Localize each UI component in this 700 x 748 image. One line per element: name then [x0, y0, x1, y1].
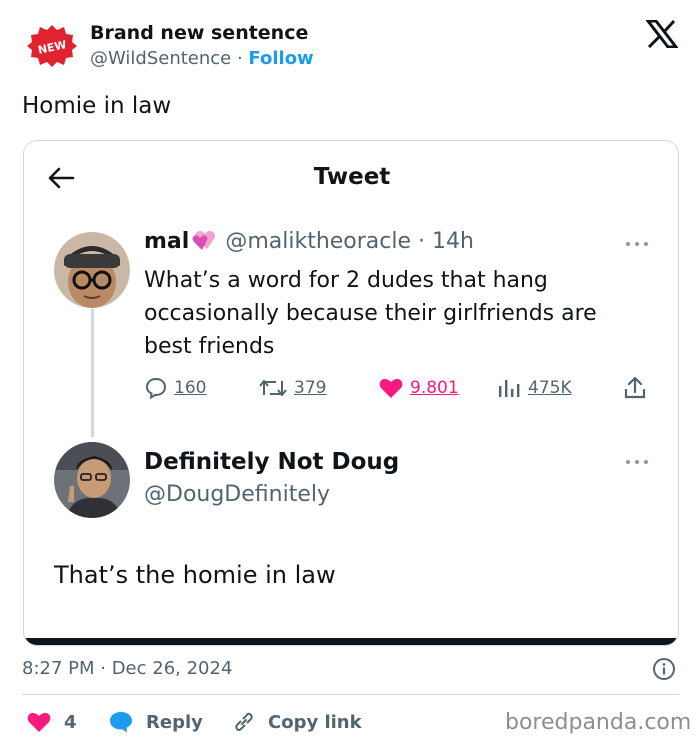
embed-reply-button[interactable]: Reply: [108, 708, 203, 736]
tweet2-handle: @DougDefinitely: [144, 482, 330, 507]
retweet-action[interactable]: 379: [258, 373, 326, 403]
views-count: 475K: [528, 378, 572, 398]
handle-separator: ·: [231, 48, 249, 69]
tweet1-text: What’s a word for 2 dudes that hang occa…: [144, 268, 597, 359]
tweet1-handle-time: @maliktheoracle · 14h: [225, 229, 474, 254]
new-badge-avatar[interactable]: NEW: [26, 24, 78, 68]
follow-link[interactable]: Follow: [248, 48, 313, 69]
share-action[interactable]: [622, 373, 654, 403]
copy-link-button[interactable]: Copy link: [232, 708, 362, 736]
embed-timestamp[interactable]: 8:27 PM · Dec 26, 2024: [22, 658, 232, 679]
tweet1-action-bar: 160 379 9.801 475K: [144, 373, 654, 403]
reply-action[interactable]: 160: [144, 373, 206, 403]
embed-like-count: 4: [64, 711, 77, 733]
share-upload-icon: [624, 376, 646, 399]
double-heart-icon: [192, 230, 216, 250]
views-bars-icon: [499, 380, 520, 397]
embed-header: NEW Brand new sentence @WildSentence · F…: [0, 0, 700, 90]
reply-label: Reply: [146, 711, 203, 733]
author-handle-line: @WildSentence · Follow: [90, 48, 314, 69]
reply-count: 160: [174, 378, 207, 398]
tweet2-name: Definitely Not Doug: [144, 449, 400, 475]
retweet-icon: [259, 380, 287, 396]
x-logo-icon[interactable]: [646, 20, 678, 48]
mal-avatar: [54, 232, 130, 308]
screenshot-bottom-edge: [24, 638, 678, 645]
tweet-screenshot-card[interactable]: Tweet mal @maliktheoracle · 14h What’s a…: [23, 140, 679, 646]
reply-bubble-icon: [145, 377, 167, 400]
doug-avatar: [54, 442, 130, 518]
like-action[interactable]: 9.801: [378, 373, 459, 403]
boredpanda-watermark: boredpanda.com: [505, 710, 692, 735]
copy-link-label: Copy link: [268, 711, 362, 733]
reply-bubble-icon: [110, 712, 132, 733]
author-handle[interactable]: @WildSentence: [90, 48, 231, 69]
tweet1-header: mal @maliktheoracle · 14h: [144, 229, 474, 254]
thread-connector-line: [91, 309, 94, 437]
tweet2-text: That’s the homie in law: [54, 561, 336, 589]
embed-like-button[interactable]: 4: [26, 708, 77, 736]
more-options-icon[interactable]: [624, 458, 650, 466]
heart-filled-icon: [27, 712, 51, 732]
screenshot-page-title: Tweet: [313, 164, 391, 190]
link-chain-icon: [235, 712, 253, 732]
tweet1-name: mal: [144, 229, 190, 254]
footer-divider: [22, 694, 679, 695]
retweet-count: 379: [294, 378, 327, 398]
author-name[interactable]: Brand new sentence: [90, 22, 308, 44]
heart-filled-icon: [379, 378, 403, 398]
info-icon[interactable]: [652, 657, 676, 681]
like-count: 9.801: [410, 378, 459, 398]
more-options-icon[interactable]: [624, 240, 650, 248]
views-action[interactable]: 475K: [496, 373, 572, 403]
embed-tweet-text: Homie in law: [22, 93, 172, 119]
